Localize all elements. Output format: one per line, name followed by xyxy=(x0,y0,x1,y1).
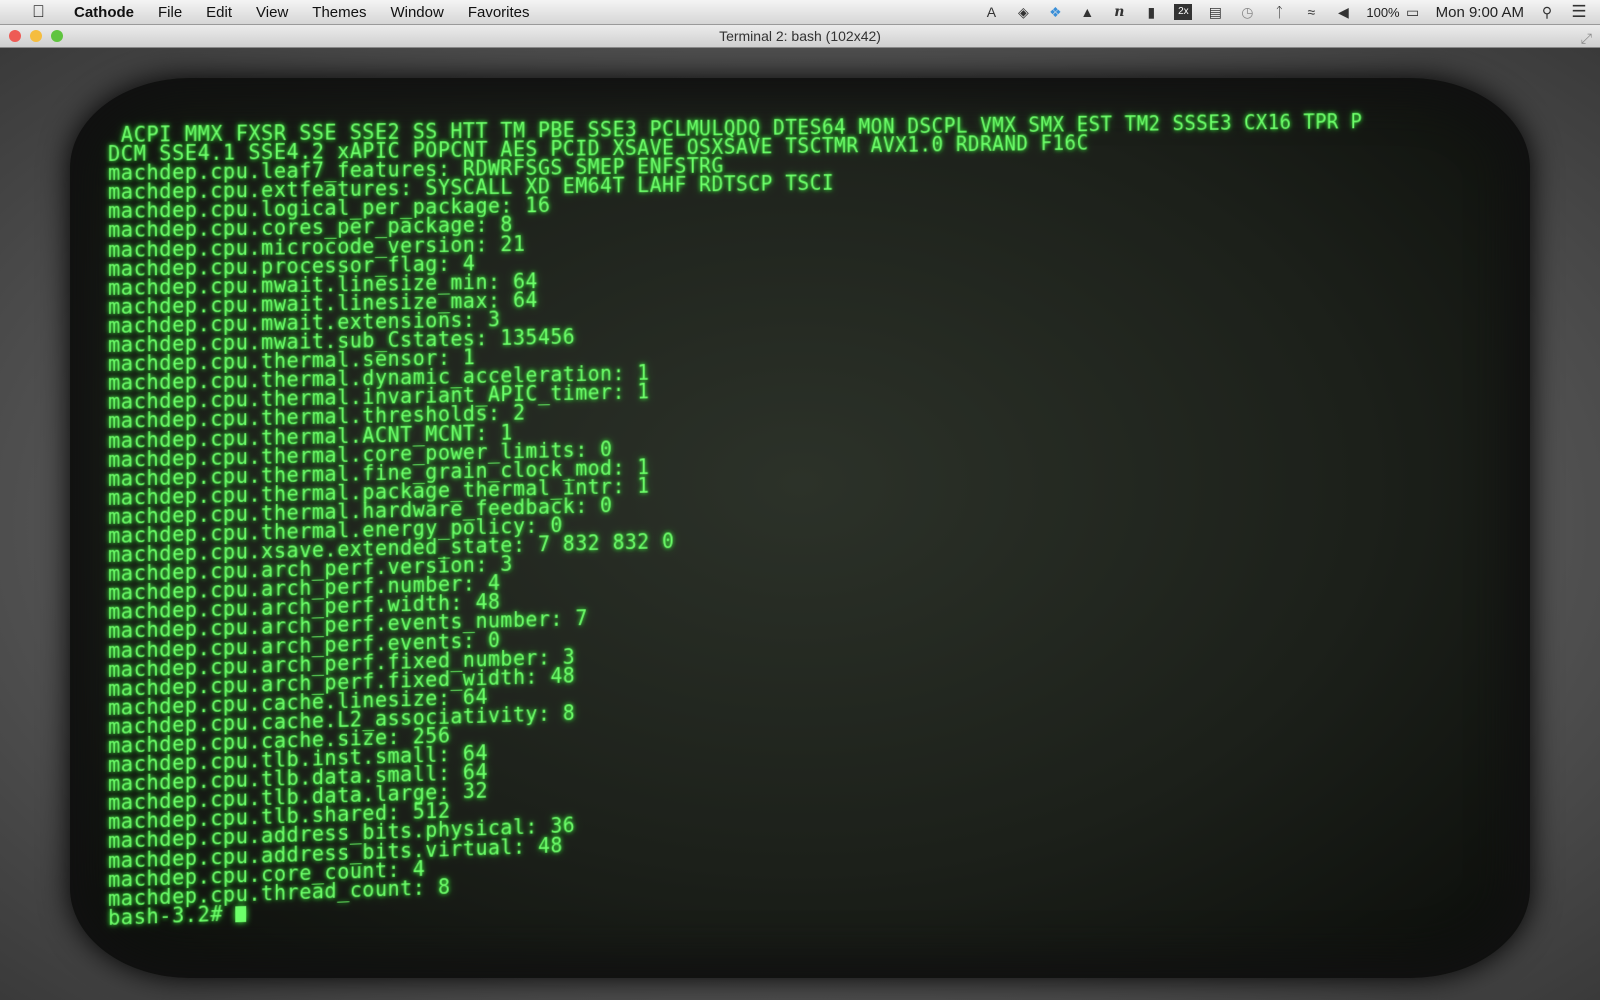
google-drive-icon[interactable]: ▲ xyxy=(1078,4,1096,20)
istat-icon[interactable]: ▮ xyxy=(1142,4,1160,20)
prompt: bash-3.2# xyxy=(108,901,236,930)
window-title-bar: Terminal 2: bash (102x42) ⤢ xyxy=(0,25,1600,48)
bluetooth-icon[interactable]: ᛏ xyxy=(1270,4,1288,20)
memory-icon[interactable]: ▤ xyxy=(1206,4,1224,20)
adobe-icon[interactable]: A xyxy=(982,4,1000,20)
time-machine-icon[interactable]: ◷ xyxy=(1238,4,1256,20)
terminal-output[interactable]: ACPI MMX FXSR SSE SSE2 SS HTT TM PBE SSE… xyxy=(108,113,1362,928)
menu-bar:  Cathode File Edit View Themes Window F… xyxy=(0,0,1600,25)
menu-view[interactable]: View xyxy=(244,4,300,21)
wifi-icon[interactable]: ≈ xyxy=(1302,4,1320,20)
notification-list-icon[interactable]: ☰ xyxy=(1570,4,1588,20)
window-title: Terminal 2: bash (102x42) xyxy=(719,28,881,44)
battery-icon[interactable]: ▭ xyxy=(1404,4,1422,20)
menu-file[interactable]: File xyxy=(146,4,194,21)
fullscreen-icon[interactable]: ⤢ xyxy=(1581,27,1592,49)
spotlight-search-icon[interactable]: ⚲ xyxy=(1538,4,1556,20)
app-menu[interactable]: Cathode xyxy=(66,4,146,21)
dropbox-icon[interactable]: ❖ xyxy=(1046,4,1064,20)
menu-themes[interactable]: Themes xyxy=(300,4,378,21)
crt-screen: ACPI MMX FXSR SSE SSE2 SS HTT TM PBE SSE… xyxy=(0,48,1600,1000)
close-button[interactable] xyxy=(9,30,21,42)
battery-percent: 100% xyxy=(1366,5,1399,20)
layers-icon[interactable]: ◈ xyxy=(1014,4,1032,20)
n-icon[interactable]: n xyxy=(1110,4,1128,20)
menu-window[interactable]: Window xyxy=(378,4,455,21)
minimize-button[interactable] xyxy=(30,30,42,42)
menu-favorites[interactable]: Favorites xyxy=(456,4,542,21)
cursor xyxy=(236,906,247,922)
display-2x-icon[interactable]: 2x xyxy=(1174,4,1192,20)
status-area: A ◈ ❖ ▲ n ▮ 2x ▤ ◷ ᛏ ≈ ◀ 100% ▭ Mon 9:00… xyxy=(982,0,1588,24)
zoom-button[interactable] xyxy=(51,30,63,42)
apple-menu-icon[interactable]:  xyxy=(20,2,66,22)
menu-edit[interactable]: Edit xyxy=(194,4,244,21)
clock[interactable]: Mon 9:00 AM xyxy=(1436,4,1524,21)
volume-icon[interactable]: ◀ xyxy=(1334,4,1352,20)
